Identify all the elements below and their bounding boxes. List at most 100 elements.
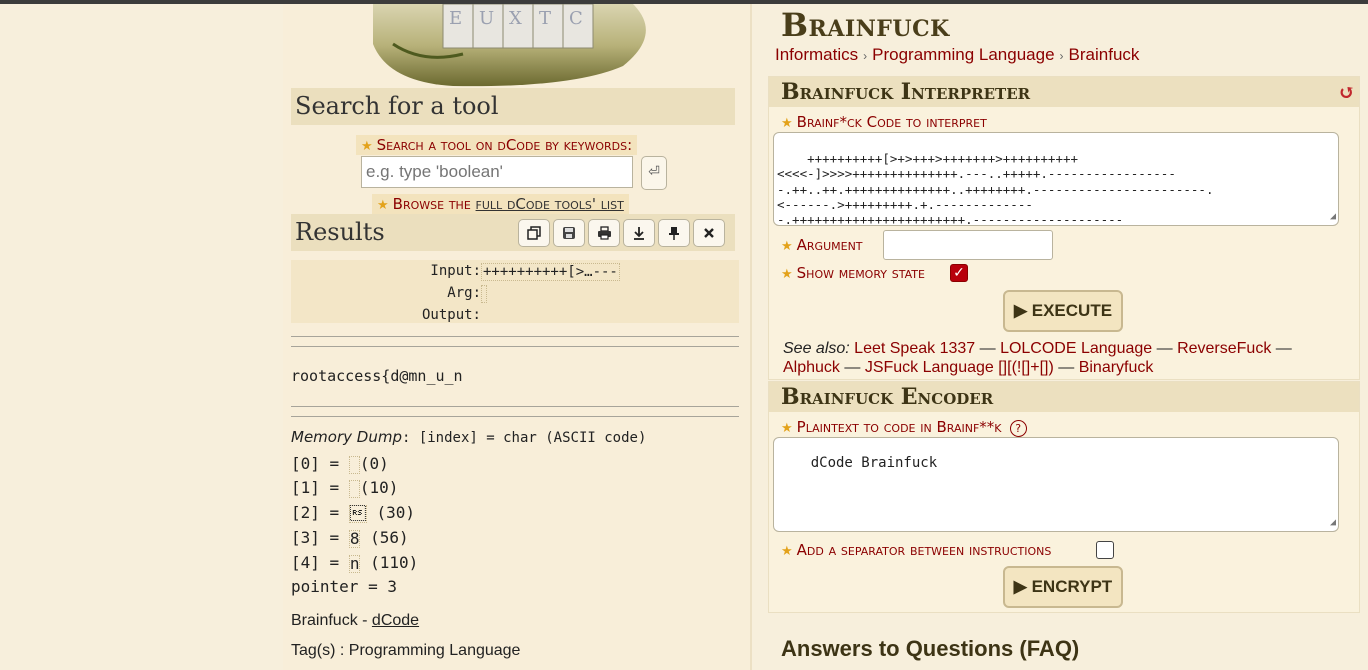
breadcrumb-brainfuck[interactable]: Brainfuck bbox=[1069, 45, 1140, 64]
reset-icon[interactable]: ↺ bbox=[1338, 77, 1355, 107]
dcode-link[interactable]: dCode bbox=[372, 612, 419, 629]
help-icon[interactable]: ? bbox=[1009, 420, 1027, 437]
show-memory-row: ★ Show memory state bbox=[781, 263, 925, 282]
separator-label-row: ★ Add a separator between instructions bbox=[781, 540, 1051, 559]
arg-label: Arg: bbox=[447, 285, 481, 301]
separator-label: Add a separator between instructions bbox=[796, 541, 1052, 559]
pin-icon bbox=[669, 227, 679, 240]
output-label: Output: bbox=[421, 307, 481, 323]
star-icon: ★ bbox=[781, 239, 793, 254]
results-section-header: Results bbox=[291, 214, 735, 251]
see-also-label: See also: bbox=[783, 340, 850, 357]
search-keywords-label: ★ Search a tool on dCode by keywords: bbox=[356, 135, 638, 155]
argument-input[interactable] bbox=[883, 230, 1053, 260]
download-icon bbox=[634, 227, 644, 240]
faq-heading: Answers to Questions (FAQ) bbox=[781, 636, 1080, 661]
encoder-heading: Brainfuck Encoder bbox=[781, 384, 994, 410]
interpreter-header: Brainfuck Interpreter ↺ bbox=[769, 77, 1359, 107]
dcode-logo-cryptex[interactable]: E U X T C bbox=[333, 4, 683, 88]
memory-dump-title: Memory Dump bbox=[291, 428, 402, 446]
see-also: See also: Leet Speak 1337 — LOLCODE Lang… bbox=[783, 340, 1292, 376]
link-leet-speak[interactable]: Leet Speak 1337 bbox=[854, 340, 975, 357]
input-label: Input: bbox=[430, 263, 481, 279]
resize-handle-icon[interactable]: ◢ bbox=[1330, 209, 1336, 224]
link-reversefuck[interactable]: ReverseFuck bbox=[1177, 340, 1271, 357]
memory-dump-legend: : [index] = char (ASCII code) bbox=[401, 430, 647, 446]
print-icon bbox=[597, 226, 611, 240]
copy-icon bbox=[527, 226, 541, 240]
results-heading: Results bbox=[295, 218, 385, 246]
copy-button[interactable] bbox=[518, 219, 550, 247]
link-jsfuck[interactable]: JSFuck Language [][(![]+[]) bbox=[865, 359, 1054, 376]
link-alphuck[interactable]: Alphuck bbox=[783, 359, 840, 376]
divider bbox=[291, 416, 739, 417]
result-io-summary: Input: ++++++++++[>…--- Arg: Output: bbox=[291, 260, 739, 323]
star-icon: ★ bbox=[361, 139, 373, 154]
memory-cell: [2] = (30) bbox=[291, 503, 415, 523]
show-memory-label: Show memory state bbox=[796, 264, 925, 282]
encrypt-button[interactable]: ▶ ENCRYPT bbox=[1003, 566, 1123, 608]
search-enter-button[interactable]: ⏎ bbox=[641, 156, 667, 190]
code-textarea[interactable]: ++++++++++[>+>+++>+++++++>++++++++++ <<<… bbox=[773, 132, 1339, 226]
breadcrumb-separator: › bbox=[1059, 49, 1064, 63]
star-icon: ★ bbox=[781, 421, 793, 436]
search-section-header: Search for a tool bbox=[291, 88, 735, 125]
breadcrumb-programming-language[interactable]: Programming Language bbox=[872, 45, 1054, 64]
plaintext-label: Plaintext to code in Brainf**k bbox=[796, 418, 1002, 436]
svg-text:E: E bbox=[449, 8, 462, 29]
plaintext-label-row: ★ Plaintext to code in Brainf**k ? bbox=[781, 417, 1027, 437]
memory-dump-header: Memory Dump: [index] = char (ASCII code) bbox=[291, 428, 646, 446]
encoder-header: Brainfuck Encoder bbox=[769, 382, 1359, 412]
breadcrumb-informatics[interactable]: Informatics bbox=[775, 45, 858, 64]
search-heading: Search for a tool bbox=[295, 92, 499, 120]
encoder-panel: Brainfuck Encoder ★ Plaintext to code in … bbox=[768, 381, 1360, 613]
breadcrumb-separator: › bbox=[863, 49, 868, 63]
memory-cell: [1] = (10) bbox=[291, 478, 399, 498]
link-lolcode[interactable]: LOLCODE Language bbox=[1000, 340, 1152, 357]
svg-text:X: X bbox=[509, 8, 522, 29]
execute-button[interactable]: ▶ EXECUTE bbox=[1003, 290, 1123, 332]
credit-line: Brainfuck - dCode bbox=[291, 612, 420, 629]
star-icon: ★ bbox=[377, 198, 389, 213]
divider bbox=[291, 336, 739, 337]
divider bbox=[291, 346, 739, 347]
separator-checkbox[interactable] bbox=[1096, 541, 1114, 559]
code-label-row: ★ Brainf*ck Code to interpret bbox=[781, 112, 987, 131]
save-icon bbox=[563, 227, 575, 239]
code-text: ++++++++++[>+>+++>+++++++>++++++++++ <<<… bbox=[777, 151, 1214, 226]
close-button[interactable] bbox=[693, 219, 725, 247]
enter-icon: ⏎ bbox=[648, 164, 660, 180]
svg-text:U: U bbox=[479, 8, 494, 29]
print-button[interactable] bbox=[588, 219, 620, 247]
results-toolbar bbox=[518, 219, 725, 247]
output-text: rootaccess{d@mn_u_n bbox=[291, 367, 463, 385]
svg-text:T: T bbox=[539, 8, 551, 29]
pin-button[interactable] bbox=[658, 219, 690, 247]
save-button[interactable] bbox=[553, 219, 585, 247]
browse-tools-link-row: ★ Browse the full dCode tools' list bbox=[372, 194, 629, 214]
interpreter-panel: Brainfuck Interpreter ↺ ★ Brainf*ck Code … bbox=[768, 76, 1360, 380]
resize-handle-icon[interactable]: ◢ bbox=[1330, 515, 1336, 530]
plaintext-textarea[interactable]: dCode Brainfuck ◢ bbox=[773, 437, 1339, 532]
download-button[interactable] bbox=[623, 219, 655, 247]
svg-text:C: C bbox=[569, 8, 583, 29]
close-icon bbox=[704, 228, 714, 238]
code-label: Brainf*ck Code to interpret bbox=[796, 113, 987, 131]
show-memory-checkbox[interactable]: ✓ bbox=[950, 264, 968, 282]
plaintext-text: dCode Brainfuck bbox=[810, 455, 938, 472]
link-binaryfuck[interactable]: Binaryfuck bbox=[1079, 359, 1154, 376]
full-tools-list-link[interactable]: full dCode tools' list bbox=[476, 195, 624, 213]
search-input[interactable] bbox=[361, 156, 633, 188]
memory-cell: [0] = (0) bbox=[291, 454, 389, 474]
left-sidebar: E U X T C Search for a tool ★ Search a to… bbox=[283, 4, 752, 670]
star-icon: ★ bbox=[781, 116, 793, 131]
arg-value bbox=[481, 285, 487, 303]
argument-label: Argument bbox=[796, 236, 863, 254]
star-icon: ★ bbox=[781, 544, 793, 559]
input-value: ++++++++++[>…--- bbox=[481, 263, 620, 281]
divider bbox=[291, 406, 739, 407]
star-icon: ★ bbox=[781, 267, 793, 282]
memory-cell: [4] = n (110) bbox=[291, 553, 419, 573]
memory-cell: [3] = 8 (56) bbox=[291, 528, 409, 548]
breadcrumb: Informatics › Programming Language › Brainfu… bbox=[775, 45, 1139, 65]
